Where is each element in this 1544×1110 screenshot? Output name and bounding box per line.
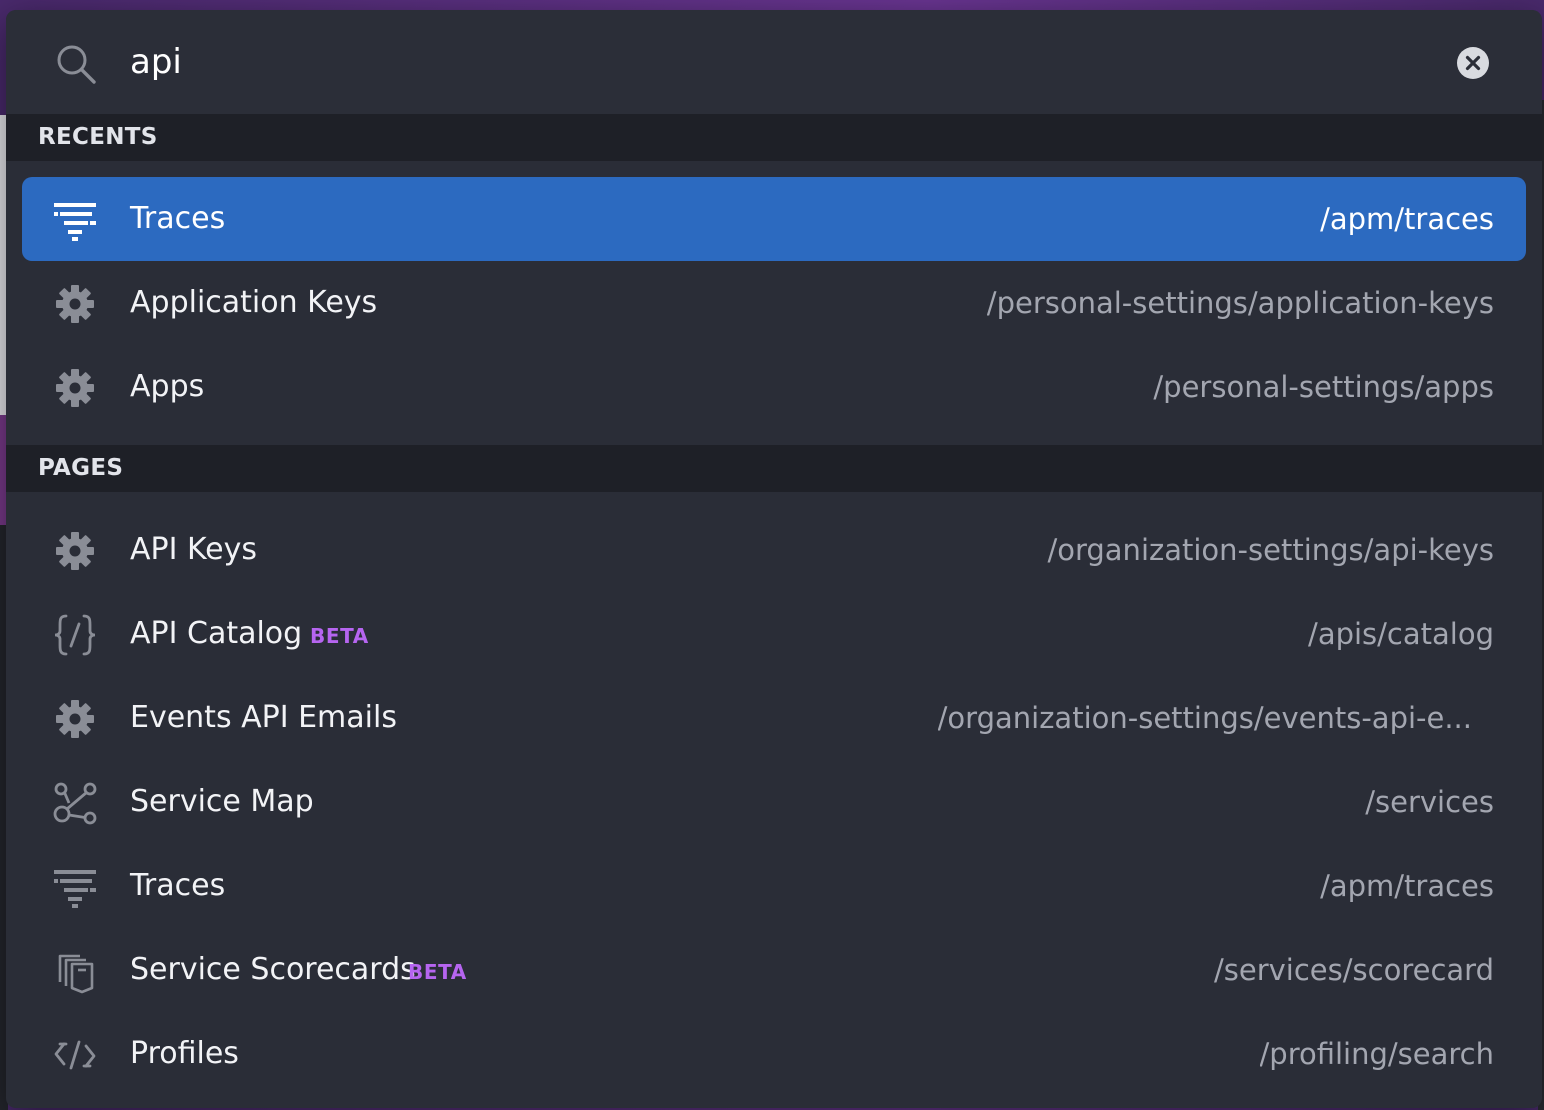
beta-badge: BETA [310,624,369,648]
page-item-service-map[interactable]: Service Map /services [22,760,1526,844]
beta-badge: BETA [408,960,467,984]
recent-item-path: /personal-settings/apps [1153,370,1494,404]
clear-search-icon[interactable] [1456,46,1490,80]
page-item-label: API Keys [130,532,258,567]
api-catalog-icon [54,614,96,656]
page-item-label: API Catalog [130,616,303,651]
gear-icon [56,700,94,738]
search-bar [6,10,1542,114]
page-item-traces[interactable]: Traces /apm/traces [22,844,1526,928]
page-item-label: Service Map [130,784,314,819]
recents-section-header: RECENTS [6,114,1542,161]
recent-item-label: Traces [130,201,226,236]
page-item-label: Profiles [130,1036,239,1071]
page-item-profiles[interactable]: Profiles /profiling/search [22,1012,1526,1096]
pages-section-header: PAGES [6,445,1542,492]
traces-icon [54,870,96,908]
command-palette: RECENTS Traces /apm/traces [6,10,1542,1108]
page-item-label: Events API Emails [130,700,397,735]
traces-icon [54,203,96,241]
search-input[interactable] [130,34,1410,90]
search-icon [57,45,96,84]
service-map-icon [53,782,97,825]
profiles-icon [54,1040,96,1070]
recent-item-traces[interactable]: Traces /apm/traces [22,177,1526,261]
page-item-path: /services/scorecard [1214,953,1494,987]
page-item-path: /profiling/search [1259,1037,1494,1071]
recent-item-label: Application Keys [130,285,378,320]
recent-item-path: /apm/traces [1320,202,1494,236]
page-item-path: /services [1365,785,1494,819]
recent-item-application-keys[interactable]: Application Keys /personal-settings/appl… [22,261,1526,345]
scorecards-icon [58,954,94,994]
gear-icon [56,285,94,323]
page-item-api-keys[interactable]: API Keys /organization-settings/api-keys [22,508,1526,592]
page-item-path: /apm/traces [1320,869,1494,903]
page-item-service-scorecards[interactable]: Service Scorecards BETA /services/scorec… [22,928,1526,1012]
page-item-label: Service Scorecards [130,952,416,987]
page-item-path: /organization-settings/api-keys [1047,533,1494,567]
page-item-path: /organization-settings/events-api-e... [937,701,1472,735]
recent-item-label: Apps [130,369,205,404]
page-item-api-catalog[interactable]: API Catalog BETA /apis/catalog [22,592,1526,676]
page-item-label: Traces [130,868,226,903]
page-item-events-api-emails[interactable]: Events API Emails /organization-settings… [22,676,1526,760]
gear-icon [56,532,94,570]
page-item-path: /apis/catalog [1308,617,1494,651]
recent-item-apps[interactable]: Apps /personal-settings/apps [22,345,1526,429]
recent-item-path: /personal-settings/application-keys [986,286,1494,320]
gear-icon [56,369,94,407]
